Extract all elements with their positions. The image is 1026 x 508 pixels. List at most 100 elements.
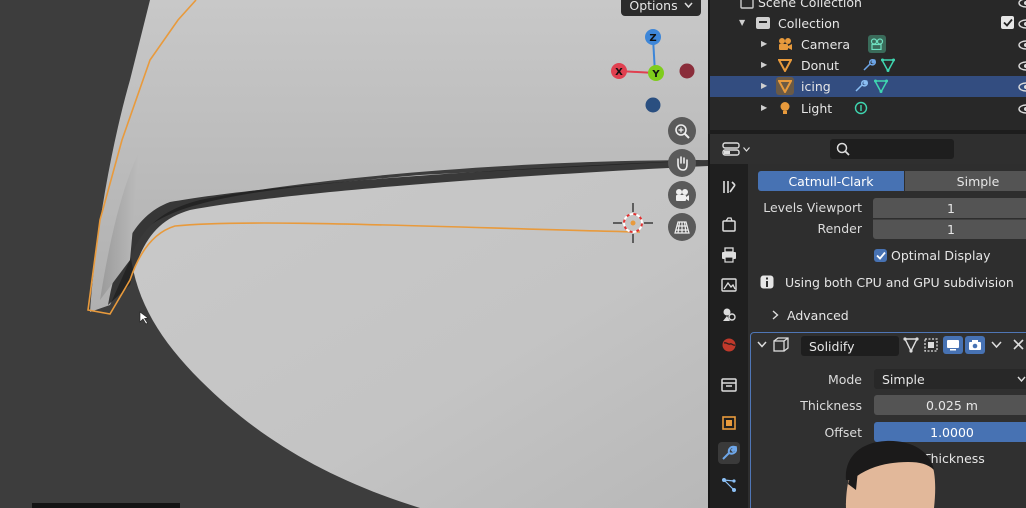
chevron-down-icon	[743, 146, 750, 152]
gizmo-neg-z[interactable]	[645, 97, 661, 113]
modifier-name: Solidify	[809, 338, 855, 354]
object-icon	[722, 416, 736, 430]
zoom-button[interactable]	[668, 117, 696, 145]
optimal-display-checkbox[interactable]	[874, 249, 887, 262]
outliner-panel[interactable]: Scene Collection ▼ Collection ▶ Camera ▶…	[708, 0, 1026, 130]
navigation-gizmo[interactable]: Z X Y	[600, 22, 704, 118]
outliner-item-label: Light	[801, 101, 833, 116]
render-levels-label: Render	[817, 221, 862, 236]
chevron-down-icon[interactable]	[991, 341, 1002, 348]
outliner-row-icing[interactable]: ▶ icing	[710, 76, 1026, 97]
show-in-render-toggle[interactable]	[965, 336, 985, 354]
eye-icon[interactable]	[1018, 104, 1026, 114]
offset-value: 1.0000	[930, 424, 974, 440]
solidify-mode-value: Simple	[882, 371, 925, 387]
gpu-subdivision-info: Using both CPU and GPU subdivision	[785, 275, 1014, 290]
edit-mode-toggle-icon[interactable]	[903, 337, 919, 353]
outliner-row-scene-collection[interactable]: Scene Collection	[710, 0, 1026, 13]
catmull-clark-label: Catmull-Clark	[788, 173, 874, 189]
pan-button[interactable]	[668, 149, 696, 177]
options-dropdown[interactable]: Options	[621, 0, 701, 16]
scene-icon	[723, 308, 736, 321]
3d-viewport[interactable]: Options Z X Y	[0, 0, 708, 508]
zoom-icon	[675, 124, 690, 139]
offset-field[interactable]: 1.0000	[874, 422, 1026, 442]
catmull-clark-option[interactable]: Catmull-Clark	[758, 171, 904, 191]
expand-arrow-icon[interactable]: ▶	[761, 60, 767, 69]
eye-icon[interactable]	[1018, 40, 1026, 50]
tab-object[interactable]	[718, 412, 740, 434]
outliner-row-camera[interactable]: ▶ Camera	[710, 34, 1026, 55]
modifier-name-field[interactable]: Solidify	[801, 336, 899, 356]
wrench-modifier-icon[interactable]	[860, 56, 878, 74]
show-in-viewport-toggle[interactable]	[943, 336, 963, 354]
info-icon	[760, 275, 774, 289]
simple-subdivision-option[interactable]: Simple	[905, 171, 1026, 191]
collection-exclude-checkbox[interactable]	[1001, 16, 1014, 29]
tab-particles[interactable]	[718, 474, 740, 496]
eye-icon[interactable]	[1018, 82, 1026, 92]
close-icon[interactable]	[1013, 339, 1024, 350]
levels-viewport-field[interactable]: 1	[873, 198, 1026, 218]
collection-icon	[754, 14, 772, 32]
collection-icon	[721, 378, 737, 392]
monitor-icon	[947, 340, 959, 351]
tab-scene[interactable]	[718, 304, 740, 326]
mesh-data-icon[interactable]	[879, 56, 897, 74]
thickness-value: 0.025 m	[926, 397, 978, 413]
light-object-icon	[776, 99, 794, 117]
outliner-row-donut[interactable]: ▶ Donut	[710, 55, 1026, 76]
eye-icon[interactable]	[1018, 19, 1026, 29]
thickness-field[interactable]: 0.025 m	[874, 395, 1026, 415]
status-strip	[32, 503, 180, 508]
wrench-icon	[722, 445, 737, 460]
tab-output[interactable]	[718, 244, 740, 266]
on-cage-toggle-icon[interactable]	[923, 337, 939, 353]
camera-data-icon[interactable]	[868, 35, 886, 53]
presenter-webcam-overlay	[845, 440, 936, 508]
eye-icon[interactable]	[1018, 0, 1026, 8]
expand-arrow-icon[interactable]: ▼	[739, 18, 745, 27]
collapse-chevron-icon[interactable]	[757, 341, 767, 348]
perspective-toggle-button[interactable]	[668, 213, 696, 241]
eye-icon[interactable]	[1018, 61, 1026, 71]
render-levels-value: 1	[947, 222, 955, 237]
gizmo-x-label: X	[615, 67, 623, 78]
editor-type-dropdown[interactable]	[722, 140, 752, 158]
expand-arrow-icon[interactable]: ▶	[761, 39, 767, 48]
light-data-icon[interactable]	[852, 99, 870, 117]
gizmo-z-label: Z	[649, 33, 656, 44]
mesh-object-icon	[776, 77, 794, 95]
checkmark-icon	[1002, 18, 1013, 27]
expand-arrow-icon[interactable]: ▶	[761, 103, 767, 112]
advanced-subpanel-toggle[interactable]: Advanced	[772, 306, 849, 324]
outliner-row-collection[interactable]: ▼ Collection	[710, 13, 1026, 34]
tab-render[interactable]	[718, 214, 740, 236]
tab-modifiers[interactable]	[718, 442, 740, 464]
tab-world[interactable]	[718, 334, 740, 356]
hand-icon	[677, 156, 688, 171]
chevron-right-icon	[772, 310, 779, 320]
tab-view-layer[interactable]	[718, 274, 740, 296]
outliner-item-label: Scene Collection	[758, 0, 862, 10]
render-levels-field[interactable]: 1	[873, 219, 1026, 239]
solidify-mode-dropdown[interactable]: Simple	[874, 369, 1026, 389]
view-layer-icon	[721, 278, 737, 292]
search-icon	[836, 142, 850, 156]
gizmo-neg-x[interactable]	[679, 63, 695, 79]
output-icon	[722, 247, 736, 263]
solidify-mode-label: Mode	[827, 372, 862, 387]
camera-icon	[969, 340, 981, 350]
camera-view-button[interactable]	[668, 181, 696, 209]
properties-search-input[interactable]	[830, 139, 954, 159]
expand-arrow-icon[interactable]: ▶	[761, 81, 767, 90]
properties-tab-bar	[708, 164, 748, 508]
checkmark-icon	[875, 251, 886, 260]
tab-collection[interactable]	[718, 374, 740, 396]
tab-tool[interactable]	[718, 176, 740, 198]
properties-header	[708, 134, 1026, 164]
thickness-label: Thickness	[800, 398, 862, 413]
outliner-row-light[interactable]: ▶ Light	[710, 98, 1026, 119]
wrench-modifier-icon[interactable]	[852, 77, 870, 95]
mesh-data-icon[interactable]	[872, 77, 890, 95]
